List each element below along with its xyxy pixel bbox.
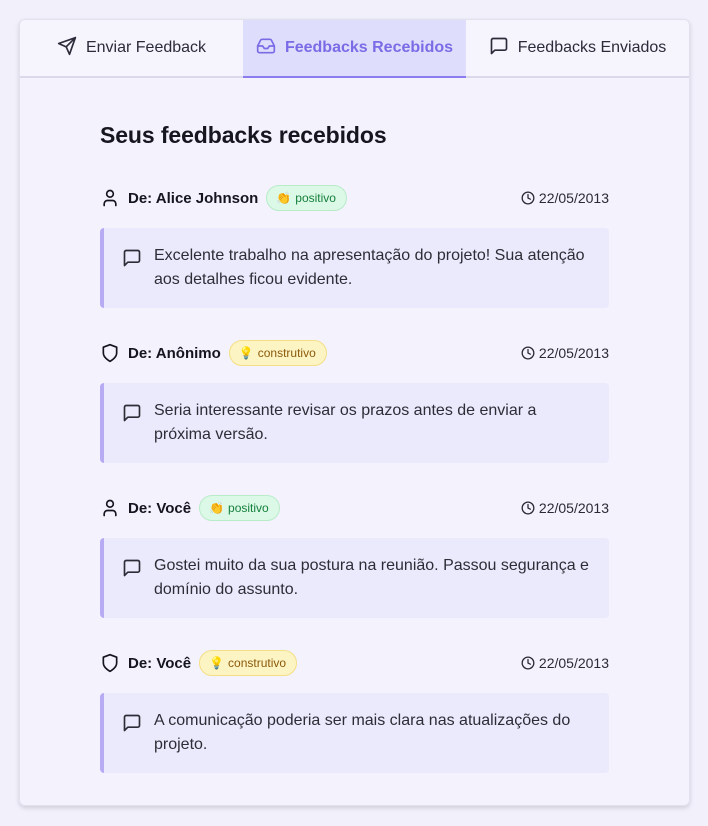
tab-enviar-feedback[interactable]: Enviar Feedback: [20, 20, 243, 76]
lightbulb-icon: 💡: [209, 656, 225, 670]
message-icon: [122, 248, 142, 268]
feedback-message: Excelente trabalho na apresentação do pr…: [100, 228, 609, 308]
feedback-message: Gostei muito da sua postura na reunião. …: [100, 538, 609, 618]
clap-icon: 👏: [276, 191, 292, 205]
feedback-text: A comunicação poderia ser mais clara nas…: [154, 712, 571, 753]
feedback-message: Seria interessante revisar os prazos ant…: [100, 383, 609, 463]
status-badge: 👏 positivo: [266, 185, 347, 211]
date-text: 22/05/2013: [538, 345, 609, 361]
status-badge: 💡 construtivo: [199, 650, 298, 676]
feedback-message: A comunicação poderia ser mais clara nas…: [100, 693, 609, 773]
shield-icon: [100, 653, 120, 673]
message-icon: [122, 713, 142, 733]
lightbulb-icon: 💡: [238, 346, 254, 360]
inbox-icon: [256, 36, 276, 61]
feedback-list: De: Alice Johnson 👏 positivo 22/05/2013 …: [100, 183, 609, 773]
tab-label: Feedbacks Recebidos: [284, 39, 454, 56]
feedback-author: De: Alice Johnson: [128, 189, 259, 207]
feedback-text: Seria interessante revisar os prazos ant…: [154, 402, 537, 443]
feedback-author: De: Você: [128, 499, 192, 517]
tab-bar: Enviar Feedback Feedbacks Recebidos Feed…: [20, 20, 689, 78]
feedback-date: 22/05/2013: [521, 655, 609, 671]
clock-icon: [521, 501, 535, 515]
feedback-card: Enviar Feedback Feedbacks Recebidos Feed…: [19, 19, 690, 806]
page-title: Seus feedbacks recebidos: [100, 122, 387, 148]
status-badge: 💡 construtivo: [228, 340, 327, 366]
message-icon: [122, 403, 142, 423]
main-content: Seus feedbacks recebidos De: Alice Johns…: [20, 78, 689, 773]
user-icon: [100, 188, 120, 208]
date-text: 22/05/2013: [538, 190, 609, 206]
badge-label: positivo: [295, 191, 336, 205]
feedback-text: Excelente trabalho na apresentação do pr…: [154, 247, 585, 288]
send-icon: [57, 36, 77, 61]
user-icon: [100, 498, 120, 518]
feedback-header: De: Você 💡 construtivo 22/05/2013: [100, 648, 609, 678]
clock-icon: [521, 656, 535, 670]
feedback-date: 22/05/2013: [521, 500, 609, 516]
badge-label: positivo: [228, 501, 269, 515]
shield-icon: [100, 343, 120, 363]
clap-icon: 👏: [209, 501, 225, 515]
date-text: 22/05/2013: [538, 500, 609, 516]
feedback-item: De: Alice Johnson 👏 positivo 22/05/2013 …: [100, 183, 609, 308]
clock-icon: [521, 191, 535, 205]
feedback-item: De: Você 👏 positivo 22/05/2013 Gostei mu…: [100, 493, 609, 618]
feedback-item: De: Anônimo 💡 construtivo 22/05/2013 Ser…: [100, 338, 609, 463]
tab-label: Feedbacks Enviados: [517, 39, 667, 56]
message-icon: [489, 36, 509, 61]
badge-label: construtivo: [228, 656, 287, 670]
tab-label: Enviar Feedback: [85, 39, 207, 56]
feedback-date: 22/05/2013: [521, 345, 609, 361]
feedback-header: De: Você 👏 positivo 22/05/2013: [100, 493, 609, 523]
feedback-author: De: Anônimo: [128, 344, 221, 362]
status-badge: 👏 positivo: [199, 495, 280, 521]
badge-label: construtivo: [257, 346, 316, 360]
date-text: 22/05/2013: [538, 655, 609, 671]
feedback-header: De: Alice Johnson 👏 positivo 22/05/2013: [100, 183, 609, 213]
clock-icon: [521, 346, 535, 360]
feedback-date: 22/05/2013: [521, 190, 609, 206]
tab-feedbacks-recebidos[interactable]: Feedbacks Recebidos: [243, 20, 466, 78]
feedback-author: De: Você: [128, 654, 192, 672]
feedback-text: Gostei muito da sua postura na reunião. …: [154, 557, 589, 598]
tab-feedbacks-enviados[interactable]: Feedbacks Enviados: [466, 20, 689, 76]
feedback-header: De: Anônimo 💡 construtivo 22/05/2013: [100, 338, 609, 368]
feedback-item: De: Você 💡 construtivo 22/05/2013 A comu…: [100, 648, 609, 773]
message-icon: [122, 558, 142, 578]
